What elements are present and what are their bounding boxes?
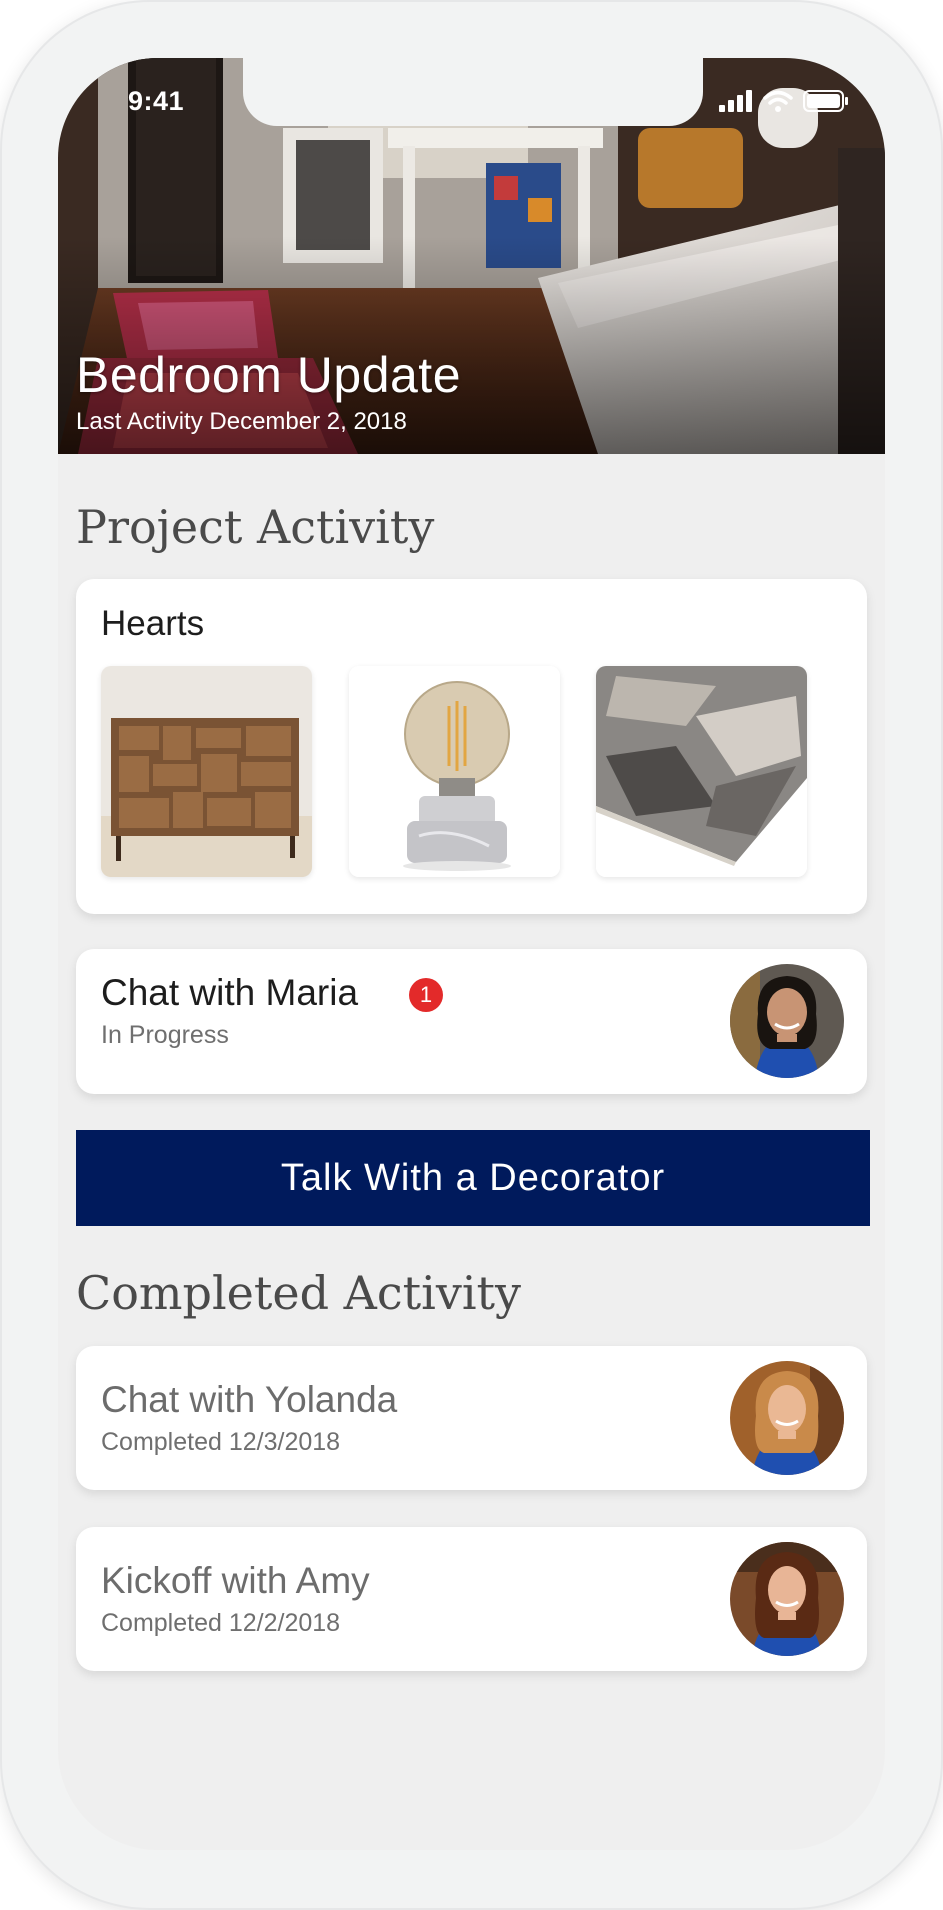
completed-item-date: Completed 12/3/2018 <box>101 1428 341 1456</box>
completed-item-title: Chat with Yolanda <box>101 1379 398 1420</box>
completed-item-date: Completed 12/2/2018 <box>101 1609 341 1637</box>
completed-item-title: Kickoff with Amy <box>101 1560 370 1601</box>
app-screen: Bedroom Update Last Activity December 2,… <box>58 58 885 1850</box>
chat-maria-status: In Progress <box>101 1021 229 1049</box>
hearts-label: Hearts <box>101 604 205 643</box>
project-title: Bedroom Update <box>76 347 462 403</box>
unread-badge: 1 <box>409 978 443 1012</box>
dresser-image <box>101 666 312 877</box>
chat-maria-card[interactable]: Chat with Maria 1 In Progress <box>76 949 867 1094</box>
chat-maria-title: Chat with Maria <box>101 972 359 1013</box>
hearts-item-lamp[interactable] <box>349 666 560 877</box>
status-bar: 9:41 <box>58 58 885 148</box>
battery-icon <box>803 90 848 112</box>
talk-with-decorator-button[interactable]: Talk With a Decorator <box>76 1130 870 1226</box>
hearts-card[interactable]: Hearts <box>76 579 867 914</box>
completed-item-yolanda[interactable]: Chat with Yolanda Completed 12/3/2018 <box>76 1346 867 1490</box>
avatar-amy <box>730 1542 844 1656</box>
hearts-item-dresser[interactable] <box>101 666 312 877</box>
lamp-image <box>349 666 560 877</box>
avatar-yolanda <box>730 1361 844 1475</box>
status-time: 9:41 <box>128 86 185 116</box>
avatar-maria <box>730 964 844 1078</box>
hearts-item-rug[interactable] <box>596 666 807 877</box>
completed-item-amy[interactable]: Kickoff with Amy Completed 12/2/2018 <box>76 1527 867 1671</box>
project-activity-heading: Project Activity <box>76 500 435 554</box>
phone-frame: Bedroom Update Last Activity December 2,… <box>0 0 943 1910</box>
rug-image <box>596 666 807 877</box>
last-activity-text: Last Activity December 2, 2018 <box>76 408 407 435</box>
wifi-icon <box>763 90 793 112</box>
completed-activity-heading: Completed Activity <box>76 1266 522 1320</box>
signal-icon <box>719 90 752 112</box>
